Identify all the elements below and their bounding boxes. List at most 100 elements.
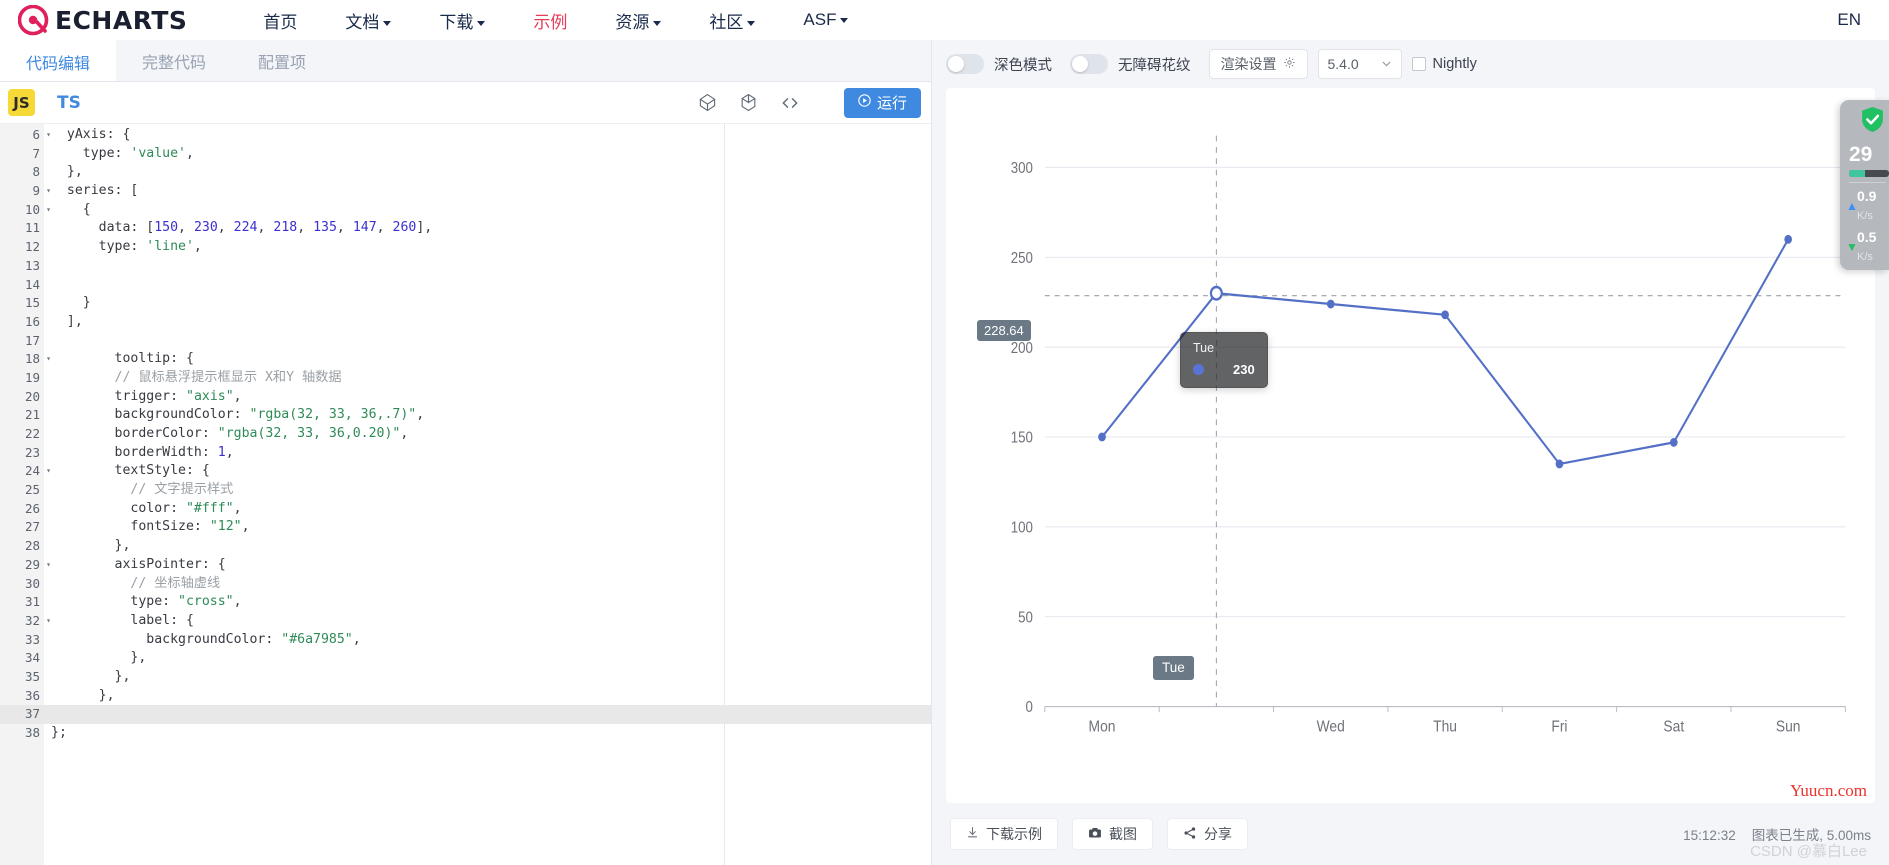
code-editor[interactable]: 6 ▾ 7 8 9 ▾ 10 ▾ 11 12 13 14 15 16 17 18 ▾ 19 20 21 22 23 24 ▾ 2… bbox=[0, 124, 931, 865]
line-number-gutter: 6 ▾ 7 8 9 ▾ 10 ▾ 11 12 13 14 15 16 17 18 ▾ 19 20 21 22 23 24 ▾ 2… bbox=[0, 124, 51, 865]
nav-item-asf[interactable]: ASF bbox=[779, 6, 872, 34]
line-number: 23 bbox=[24, 444, 40, 460]
code-line[interactable]: }; bbox=[44, 724, 931, 743]
code-line[interactable]: color: "#fff", bbox=[44, 500, 931, 519]
code-line[interactable]: backgroundColor: "#6a7985", bbox=[44, 631, 931, 650]
line-number: 34 bbox=[24, 650, 40, 666]
tab-code-editor[interactable]: 代码编辑 bbox=[0, 40, 117, 81]
speed-score-value: 29 bbox=[1849, 143, 1873, 166]
code-line[interactable]: trigger: "axis", bbox=[44, 388, 931, 407]
box-icon[interactable] bbox=[739, 93, 758, 112]
code-line[interactable]: { bbox=[44, 201, 931, 220]
network-speed-widget[interactable]: 29 ▲ 0.9 K/s ▼ 0.5 K/s bbox=[1840, 100, 1889, 270]
dark-mode-toggle[interactable] bbox=[946, 54, 984, 74]
series-data-point[interactable] bbox=[1555, 459, 1564, 469]
code-token: "#6a7985" bbox=[281, 631, 353, 647]
line-number: 32 ▾ bbox=[0, 612, 51, 631]
download-speed-row: ▼ 0.5 K/s bbox=[1846, 229, 1889, 265]
code-line[interactable]: ], bbox=[44, 313, 931, 332]
nav-item-examples[interactable]: 示例 bbox=[509, 4, 591, 37]
tab-full-code[interactable]: 完整代码 bbox=[116, 40, 232, 81]
language-js-badge[interactable]: JS bbox=[8, 89, 35, 116]
code-line[interactable] bbox=[44, 276, 931, 295]
nav-item-community[interactable]: 社区 bbox=[685, 4, 779, 37]
code-line[interactable]: axisPointer: { bbox=[44, 556, 931, 575]
render-settings-button[interactable]: 渲染设置 bbox=[1208, 49, 1308, 79]
code-brackets-icon[interactable] bbox=[780, 93, 800, 113]
x-axis-tick-label: Thu bbox=[1433, 719, 1457, 736]
nav-item-home[interactable]: 首页 bbox=[239, 4, 321, 37]
y-axis-tick-label: 150 bbox=[1011, 430, 1033, 447]
code-token: { bbox=[82, 201, 91, 217]
code-token: 135 bbox=[313, 220, 337, 236]
code-line[interactable]: }, bbox=[44, 163, 931, 182]
code-line[interactable] bbox=[44, 257, 931, 276]
cube-outline-icon[interactable] bbox=[698, 93, 717, 112]
line-number: 12 bbox=[24, 239, 40, 255]
code-line[interactable]: tooltip: { bbox=[44, 350, 931, 369]
brand-logo-link[interactable]: ECHARTS bbox=[18, 4, 188, 36]
code-token: type: bbox=[82, 145, 131, 161]
code-token: // 文字提示样式 bbox=[130, 482, 234, 498]
echarts-example-page: ECHARTS 首页 文档 下载 示例 资源 社区 ASF EN 代码编辑 完整… bbox=[0, 0, 1889, 865]
code-line[interactable]: // 文字提示样式 bbox=[44, 481, 931, 500]
shield-check-icon bbox=[1860, 106, 1889, 138]
code-token: "axis" bbox=[186, 388, 234, 404]
code-token: }, bbox=[130, 650, 147, 666]
x-axis-tick-label: Wed bbox=[1317, 719, 1345, 736]
code-content[interactable]: yAxis: { type: 'value', }, series: [ { d… bbox=[44, 124, 931, 865]
code-line[interactable]: }, bbox=[44, 649, 931, 668]
code-line[interactable]: series: [ bbox=[44, 182, 931, 201]
download-example-button[interactable]: 下载示例 bbox=[950, 818, 1058, 850]
language-ts-button[interactable]: TS bbox=[57, 93, 81, 113]
chart-canvas[interactable]: 0 50 100 150 200 250 300 Mon Wed Thu Fri Sat Sun 228… bbox=[946, 88, 1875, 803]
tab-config-options[interactable]: 配置项 bbox=[232, 40, 332, 81]
line-number: 26 bbox=[24, 500, 40, 516]
code-line[interactable]: } bbox=[44, 294, 931, 313]
code-line[interactable]: }, bbox=[44, 668, 931, 687]
series-data-point[interactable] bbox=[1669, 437, 1678, 447]
nav-item-label: 社区 bbox=[709, 12, 744, 32]
run-button[interactable]: 运行 bbox=[843, 87, 921, 118]
nightly-checkbox[interactable]: Nightly bbox=[1411, 56, 1477, 72]
series-data-point[interactable] bbox=[1784, 234, 1793, 244]
code-line[interactable]: textStyle: { bbox=[44, 462, 931, 481]
line-number: 36 bbox=[24, 687, 40, 703]
nav-item-download[interactable]: 下载 bbox=[415, 4, 509, 37]
line-number: 24 ▾ bbox=[0, 462, 51, 481]
workspace: 代码编辑 完整代码 配置项 JS TS 运行 6 ▾ 7 8 9 ▾ 10 ▾ … bbox=[0, 40, 1889, 865]
line-number: 14 bbox=[24, 276, 40, 292]
share-button[interactable]: 分享 bbox=[1167, 818, 1248, 850]
code-line[interactable]: backgroundColor: "rgba(32, 33, 36,.7)", bbox=[44, 406, 931, 425]
brand-name: ECHARTS bbox=[55, 5, 188, 35]
code-line[interactable]: fontSize: "12", bbox=[44, 518, 931, 537]
series-data-point[interactable] bbox=[1441, 310, 1449, 320]
code-line[interactable]: borderColor: "rgba(32, 33, 36,0.20)", bbox=[44, 425, 931, 444]
code-line[interactable]: yAxis: { bbox=[44, 126, 931, 145]
code-line[interactable]: type: 'value', bbox=[44, 145, 931, 164]
line-number: 6 ▾ bbox=[0, 126, 50, 145]
accessible-pattern-toggle[interactable] bbox=[1070, 54, 1108, 74]
language-switch-button[interactable]: EN bbox=[1831, 6, 1867, 34]
screenshot-button[interactable]: 截图 bbox=[1072, 818, 1153, 850]
y-axis-tick-label: 200 bbox=[1011, 340, 1033, 357]
code-line[interactable]: }, bbox=[44, 687, 931, 706]
code-line[interactable]: }, bbox=[44, 537, 931, 556]
code-line[interactable] bbox=[44, 705, 931, 724]
code-line[interactable]: borderWidth: 1, bbox=[44, 444, 931, 463]
nav-item-resources[interactable]: 资源 bbox=[591, 4, 685, 37]
series-data-point[interactable] bbox=[1326, 299, 1335, 309]
code-line[interactable]: // 鼠标悬浮提示框显示 X和Y 轴数据 bbox=[44, 369, 931, 388]
code-line[interactable]: type: 'line', bbox=[44, 238, 931, 257]
version-select[interactable]: 5.4.0 bbox=[1317, 49, 1402, 79]
series-data-point[interactable] bbox=[1209, 285, 1223, 301]
code-line[interactable]: data: [150, 230, 224, 218, 135, 147, 260… bbox=[44, 219, 931, 238]
series-data-point[interactable] bbox=[1098, 432, 1106, 442]
code-line[interactable] bbox=[44, 332, 931, 351]
arrow-up-icon: ▲ bbox=[1846, 199, 1858, 213]
code-line[interactable]: type: "cross", bbox=[44, 593, 931, 612]
code-line[interactable]: label: { bbox=[44, 612, 931, 631]
footer-time: 15:12:32 bbox=[1683, 828, 1736, 843]
code-line[interactable]: // 坐标轴虚线 bbox=[44, 575, 931, 594]
nav-item-docs[interactable]: 文档 bbox=[321, 4, 415, 37]
